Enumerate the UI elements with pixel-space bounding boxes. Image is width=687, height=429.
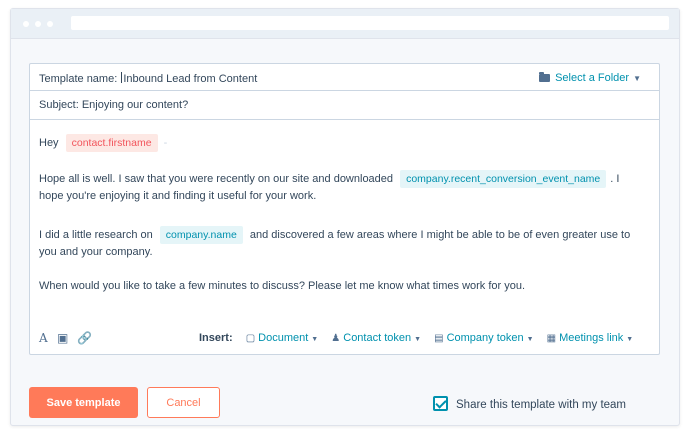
paragraph-2-text-b: and discovered a few areas where I might… [249, 229, 631, 241]
paragraph-1-line-2: hope you're enjoying it and finding it u… [39, 190, 316, 202]
subject-label: Subject: [39, 99, 79, 111]
insert-meetings-link-button[interactable]: ▦ Meetings link ▼ [547, 332, 634, 344]
chevron-down-icon: ▼ [633, 74, 641, 83]
calendar-icon: ▦ [546, 333, 557, 344]
address-bar [71, 16, 669, 30]
recent-conversion-token[interactable]: company.recent_conversion_event_name [400, 170, 607, 188]
paragraph-2-line-2: you and your company. [39, 246, 153, 258]
cancel-button[interactable]: Cancel [147, 387, 220, 418]
share-with-team-option[interactable]: Share this template with my team [433, 396, 626, 411]
document-icon: ▢ [245, 333, 256, 344]
contact-firstname-token[interactable]: contact.firstname [65, 134, 158, 152]
paragraph-3-text: When would you like to take a few minute… [39, 280, 526, 292]
greeting-text: Hey [39, 137, 59, 149]
paragraph-2-text-c: you and your company. [39, 246, 153, 258]
save-template-button[interactable]: Save template [29, 387, 138, 418]
paragraph-1-text-c: hope you're enjoying it and finding it u… [39, 190, 317, 202]
insert-company-token-button[interactable]: ▤ Company token ▼ [434, 332, 533, 344]
building-icon: ▤ [434, 333, 444, 344]
image-icon[interactable]: ▣ [57, 331, 68, 345]
link-icon[interactable]: 🔗 [77, 331, 92, 345]
folder-icon [539, 72, 551, 82]
template-name-row: Template name: Inbound Lead from Content… [30, 64, 659, 91]
company-name-token[interactable]: company.name [159, 226, 243, 244]
paragraph-3-line: When would you like to take a few minute… [39, 280, 525, 292]
paragraph-1-text-a: Hope all is well. I saw that you were re… [39, 173, 394, 185]
window-dot-icon [47, 21, 53, 27]
person-icon: ♟ [331, 333, 341, 344]
subject-input[interactable]: Enjoying our content? [82, 99, 188, 111]
select-folder-label: Select a Folder [555, 72, 630, 84]
select-folder-dropdown[interactable]: Select a Folder ▼ [539, 72, 641, 84]
insert-contact-token-button[interactable]: ♟ Contact token ▼ [331, 332, 421, 344]
window-dot-icon [23, 21, 29, 27]
text-format-icon[interactable]: A [39, 331, 48, 345]
editor-toolbar: A ▣ 🔗 Insert: ▢ Document ▼ ♟ Contact token ▼… [39, 331, 651, 347]
greeting-line: Hey contact.firstname - [39, 134, 167, 152]
subject-row: Subject: Enjoying our content? [30, 91, 659, 120]
template-editor: Template name: Inbound Lead from Content… [29, 63, 660, 355]
share-label: Share this template with my team [456, 399, 627, 411]
paragraph-1-text-b: . I [610, 173, 620, 185]
window-titlebar [11, 9, 679, 39]
chevron-down-icon: ▼ [626, 336, 634, 343]
chevron-down-icon: ▼ [526, 336, 534, 343]
paragraph-2-line-1: I did a little research on company.name … [39, 226, 630, 244]
template-name-input[interactable]: Inbound Lead from Content [123, 73, 257, 85]
template-name-label: Template name: [39, 73, 118, 85]
insert-menu: Insert: ▢ Document ▼ ♟ Contact token ▼ ▤ Comp… [199, 332, 643, 344]
chevron-down-icon: ▼ [311, 336, 319, 343]
share-checkbox[interactable] [433, 396, 448, 411]
insert-document-button[interactable]: ▢ Document ▼ [246, 332, 319, 344]
chevron-down-icon: ▼ [414, 336, 422, 343]
paragraph-1-line-1: Hope all is well. I saw that you were re… [39, 170, 619, 188]
paragraph-2-text-a: I did a little research on [39, 229, 153, 241]
insert-label: Insert: [199, 332, 233, 344]
window-dot-icon [35, 21, 41, 27]
